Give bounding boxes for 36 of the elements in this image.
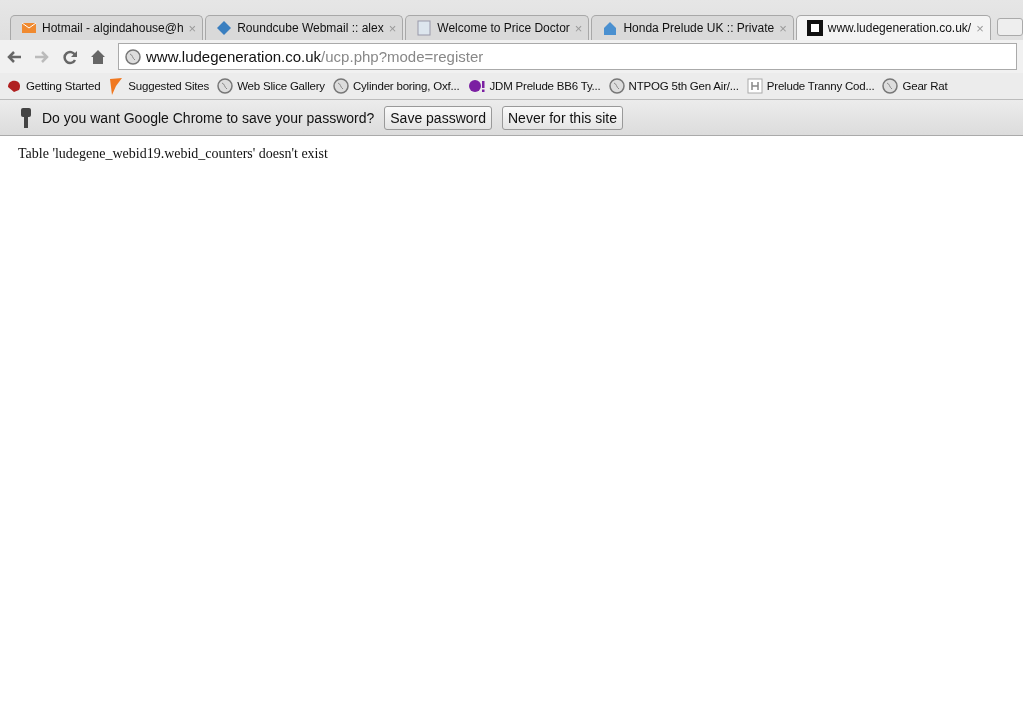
bookmark-item[interactable]: Cylinder boring, Oxf...	[332, 78, 460, 94]
flag-icon	[108, 77, 125, 95]
error-message: Table 'ludegene_webid19.webid_counters' doesn't exist	[18, 146, 328, 161]
bookmark-item[interactable]: JDM Prelude BB6 Ty...	[467, 79, 601, 93]
diamond-icon	[216, 20, 233, 36]
key-icon	[20, 106, 32, 129]
bookmark-item[interactable]: NTPOG 5th Gen Air/...	[608, 78, 739, 94]
browser-tab[interactable]: Roundcube Webmail :: alex ×	[205, 15, 404, 40]
envelope-icon	[21, 20, 37, 36]
bookmark-item[interactable]: Prelude Tranny Cod...	[746, 78, 875, 94]
browser-tab[interactable]: Welcome to Price Doctor ×	[405, 15, 590, 40]
browser-tab[interactable]: www.ludegeneration.co.uk/ ×	[795, 15, 991, 40]
home-button[interactable]	[90, 48, 106, 65]
browser-tab[interactable]: Honda Prelude UK :: Private ×	[591, 15, 794, 40]
infobar-button[interactable]: Never for this site	[502, 105, 623, 130]
infobar-button[interactable]: Save password	[384, 105, 492, 130]
browser-tab[interactable]: Hotmail - algindahouse@h ×	[10, 15, 204, 40]
animal-head-icon	[6, 78, 22, 94]
back-button[interactable]	[6, 49, 22, 64]
globe-icon	[882, 78, 899, 94]
house-icon	[602, 20, 619, 36]
yahoo-icon	[467, 79, 486, 93]
globe-icon	[608, 78, 625, 94]
bookmark-item[interactable]: Getting Started	[6, 78, 101, 94]
reload-button[interactable]	[62, 48, 78, 65]
h-logo-icon	[746, 78, 763, 94]
globe-icon	[217, 78, 234, 94]
bookmark-item[interactable]: Gear Rat	[882, 78, 948, 94]
bookmark-item[interactable]: Web Slice Gallery	[217, 78, 325, 94]
password-prompt-text: Do you want Google Chrome to save your password?	[42, 109, 375, 126]
address-bar[interactable]: www.ludegeneration.co.uk/ucp.php?mode=register	[118, 43, 1017, 70]
globe-icon	[125, 48, 141, 65]
page-icon	[416, 20, 433, 36]
bookmark-item[interactable]: Suggested Sites	[108, 77, 210, 95]
site-logo-icon	[806, 20, 823, 36]
globe-icon	[332, 78, 349, 94]
